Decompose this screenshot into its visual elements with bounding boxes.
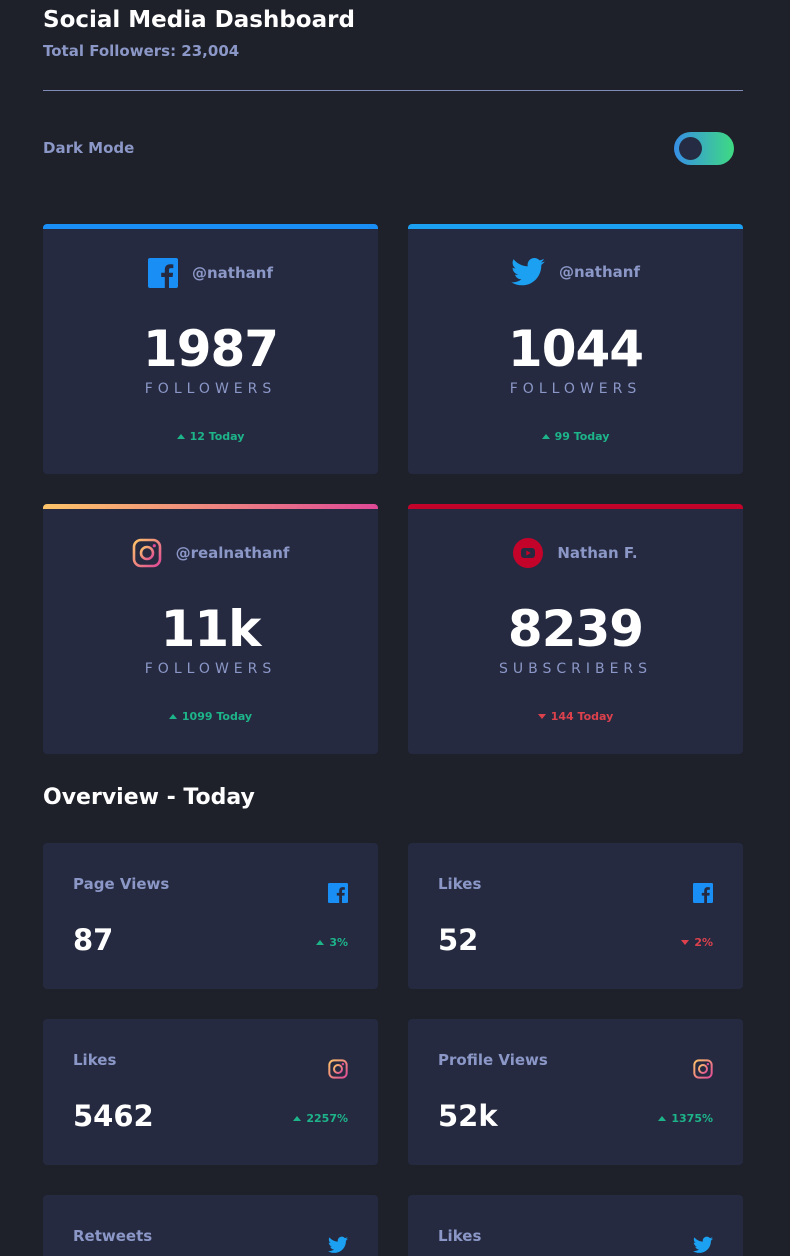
twitter-icon [328,1236,348,1253]
overview-change-text: 2% [694,936,713,949]
card-today-text: 1099 Today [181,710,253,723]
facebook-icon [328,883,348,903]
card-handle-text: @nathanf [192,264,273,282]
page-title: Social Media Dashboard [43,7,355,33]
card-today: 1099 Today [43,710,378,723]
card-count: 1987 [142,320,279,378]
card-count: 1044 [507,320,644,378]
instagram-icon [693,1059,713,1079]
card-handle-text: Nathan F. [557,544,638,562]
overview-label: Likes [438,875,482,893]
card-today: 99 Today [408,430,743,443]
arrow-up-icon [293,1116,302,1121]
youtube-icon [513,538,544,568]
card-top-bar [43,224,378,229]
overview-value: 52k [438,1099,498,1133]
card-top-bar [408,224,743,229]
card-unit: FOLLOWERS [509,381,642,397]
instagram-icon [328,1059,348,1079]
arrow-up-icon [176,434,185,439]
overview-card[interactable]: Likes 5462 2257% [43,1019,378,1165]
overview-card[interactable]: Retweets [43,1195,378,1256]
card-unit: SUBSCRIBERS [498,661,653,677]
card-today: 144 Today [408,710,743,723]
card-count: 11k [160,600,262,658]
dark-mode-toggle[interactable] [674,132,734,165]
overview-change: 1375% [658,1112,713,1125]
card-today: 12 Today [43,430,378,443]
overview-value: 87 [73,923,114,957]
card-twitter[interactable]: @nathanf 1044 FOLLOWERS 99 Today [408,224,743,474]
overview-change: 2257% [293,1112,348,1125]
arrow-down-icon [537,714,546,719]
card-youtube[interactable]: Nathan F. 8239 SUBSCRIBERS 144 Today [408,504,743,754]
card-top-bar [43,504,378,509]
overview-label: Likes [438,1227,482,1245]
card-today-text: 99 Today [554,430,610,443]
card-top-bar [408,504,743,509]
twitter-icon [693,1236,713,1253]
overview-card[interactable]: Profile Views 52k 1375% [408,1019,743,1165]
card-today-text: 12 Today [189,430,245,443]
card-handle-text: @realnathanf [175,544,290,562]
overview-label: Page Views [73,875,170,893]
overview-change-text: 3% [329,936,348,949]
overview-label: Likes [73,1051,117,1069]
overview-change: 3% [316,936,348,949]
total-followers: Total Followers: 23,004 [43,42,240,60]
card-handle: @realnathanf [43,538,378,568]
header-divider [43,90,743,91]
card-handle-text: @nathanf [559,263,640,281]
card-facebook[interactable]: @nathanf 1987 FOLLOWERS 12 Today [43,224,378,474]
overview-title: Overview - Today [43,785,255,810]
card-instagram[interactable]: @realnathanf 11k FOLLOWERS 1099 Today [43,504,378,754]
overview-change: 2% [681,936,713,949]
arrow-down-icon [681,940,690,945]
facebook-icon [693,883,713,903]
overview-card[interactable]: Likes 52 2% [408,843,743,989]
card-handle: @nathanf [408,258,743,286]
arrow-up-icon [541,434,550,439]
overview-label: Retweets [73,1227,153,1245]
twitter-icon [511,258,545,286]
arrow-up-icon [168,714,177,719]
facebook-icon [148,258,178,288]
overview-change-text: 2257% [306,1112,348,1125]
arrow-up-icon [316,940,325,945]
card-today-text: 144 Today [550,710,614,723]
dark-mode-label: Dark Mode [43,139,135,157]
overview-value: 5462 [73,1099,154,1133]
card-unit: FOLLOWERS [144,381,277,397]
instagram-icon [132,538,161,568]
card-handle: @nathanf [43,258,378,288]
card-count: 8239 [507,600,644,658]
overview-label: Profile Views [438,1051,548,1069]
overview-card[interactable]: Page Views 87 3% [43,843,378,989]
toggle-knob [679,137,702,160]
overview-value: 52 [438,923,479,957]
overview-card[interactable]: Likes [408,1195,743,1256]
card-handle: Nathan F. [408,538,743,568]
arrow-up-icon [658,1116,667,1121]
card-unit: FOLLOWERS [144,661,277,677]
overview-change-text: 1375% [671,1112,713,1125]
